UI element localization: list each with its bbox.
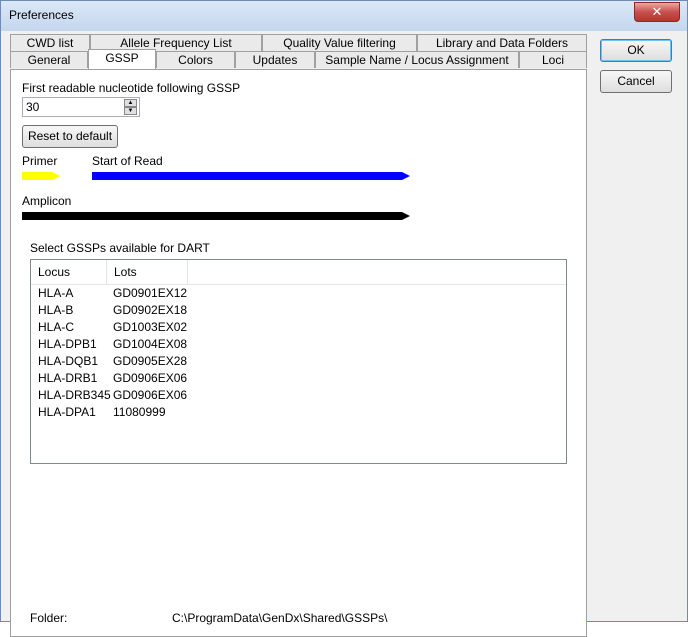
amplicon-arrow	[22, 212, 410, 220]
title-bar: Preferences ✕	[1, 1, 687, 31]
amplicon-label: Amplicon	[22, 194, 72, 208]
lot-cell: GD1004EX08	[113, 337, 188, 351]
preferences-window: Preferences ✕ CWD list Allele Frequency …	[0, 0, 688, 637]
lot-cell: GD1003EX02	[113, 320, 188, 334]
locus-cell: HLA-DRB345	[38, 388, 111, 402]
tab-cwd-list[interactable]: CWD list	[10, 34, 90, 51]
tab-library-and-data-folders[interactable]: Library and Data Folders	[417, 34, 587, 51]
start-of-read-label: Start of Read	[92, 154, 163, 168]
tab-general[interactable]: General	[10, 51, 88, 68]
folder-path: C:\ProgramData\GenDx\Shared\GSSPs\	[172, 611, 388, 625]
primer-arrow	[22, 172, 60, 180]
tab-quality-value-filtering[interactable]: Quality Value filtering	[262, 34, 417, 51]
gssp-panel: First readable nucleotide following GSSP…	[10, 69, 587, 637]
cancel-button[interactable]: Cancel	[600, 70, 672, 93]
locus-cell: HLA-DPB1	[38, 337, 97, 351]
select-gssps-label: Select GSSPs available for DART	[30, 241, 210, 255]
reset-to-default-button[interactable]: Reset to default	[22, 125, 118, 148]
gssp-list[interactable]: Locus Lots HLA-A GD0901EX12 HLA-B GD0902…	[30, 259, 567, 464]
folder-label: Folder:	[30, 611, 68, 625]
close-button[interactable]: ✕	[634, 2, 680, 22]
locus-cell: HLA-DRB1	[38, 371, 98, 385]
arrow-down-icon[interactable]: ▼	[124, 107, 137, 115]
tab-updates[interactable]: Updates	[235, 51, 315, 68]
lot-cell: GD0906EX06	[113, 388, 188, 402]
ok-button[interactable]: OK	[600, 39, 672, 62]
client-area: CWD list Allele Frequency List Quality V…	[8, 31, 680, 637]
locus-cell: HLA-A	[38, 286, 74, 300]
primer-label: Primer	[22, 154, 58, 168]
tab-loci[interactable]: Loci	[519, 51, 587, 68]
tab-sample-name-locus-assignment[interactable]: Sample Name / Locus Assignment	[315, 51, 519, 68]
column-lots[interactable]: Lots	[107, 260, 188, 284]
close-icon: ✕	[651, 4, 663, 19]
tab-gssp[interactable]: GSSP	[88, 49, 156, 69]
spinner-arrows[interactable]: ▲ ▼	[124, 99, 137, 115]
amplicon-diagram	[22, 212, 410, 220]
locus-cell: HLA-DPA1	[38, 405, 96, 419]
lot-cell: 11080999	[113, 405, 166, 419]
window-title: Preferences	[9, 8, 74, 22]
gssp-list-header: Locus Lots	[31, 260, 566, 285]
arrow-up-icon[interactable]: ▲	[124, 99, 137, 107]
first-readable-spinner[interactable]: 30 ▲ ▼	[22, 97, 140, 117]
first-readable-value[interactable]: 30	[26, 100, 39, 114]
locus-cell: HLA-DQB1	[38, 354, 99, 368]
start-of-read-arrow	[92, 172, 410, 180]
lot-cell: GD0905EX28	[113, 354, 188, 368]
locus-cell: HLA-B	[38, 303, 74, 317]
first-readable-label: First readable nucleotide following GSSP	[22, 81, 241, 95]
lot-cell: GD0902EX18	[113, 303, 188, 317]
lot-cell: GD0906EX06	[113, 371, 188, 385]
lot-cell: GD0901EX12	[113, 286, 188, 300]
primer-read-diagram	[22, 172, 410, 180]
column-locus[interactable]: Locus	[31, 260, 107, 284]
tab-colors[interactable]: Colors	[156, 51, 235, 68]
locus-cell: HLA-C	[38, 320, 75, 334]
